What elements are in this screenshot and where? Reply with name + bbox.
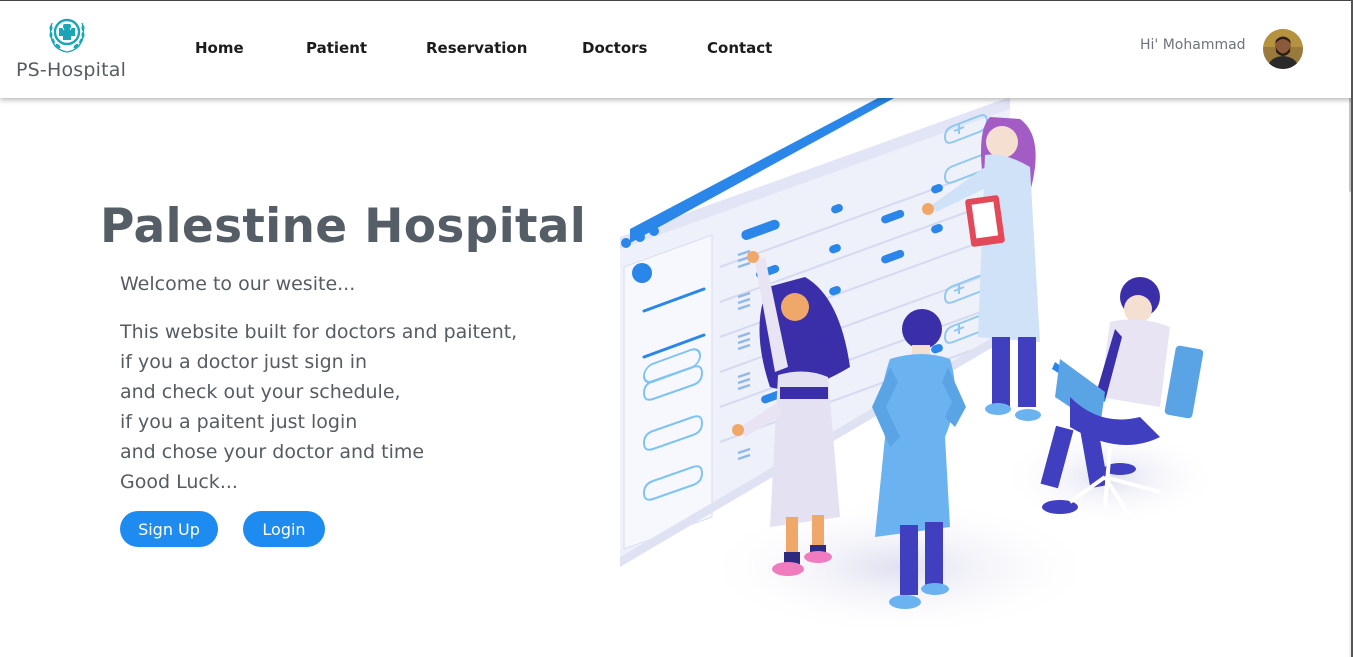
sign-up-button[interactable]: Sign Up — [120, 511, 218, 547]
user-menu: Hi' Mohammad — [1130, 28, 1310, 72]
nav-contact[interactable]: Contact — [707, 39, 772, 57]
hero-title: Palestine Hospital — [100, 199, 587, 254]
main-nav: Home Patient Reservation Doctors Contact — [0, 39, 800, 63]
description-line: and check out your schedule, — [120, 381, 401, 403]
description-line: if you a doctor just sign in — [120, 351, 368, 373]
avatar[interactable] — [1263, 29, 1303, 69]
page: PS-Hospital Home Patient Reservation Doc… — [0, 0, 1353, 657]
user-greeting: Hi' Mohammad — [1140, 37, 1246, 53]
description-line: Good Luck... — [120, 471, 238, 493]
top-navbar: PS-Hospital Home Patient Reservation Doc… — [0, 0, 1353, 98]
hero-description: This website built for doctors and paite… — [120, 317, 517, 497]
nav-patient[interactable]: Patient — [306, 39, 367, 57]
login-button[interactable]: Login — [243, 511, 325, 547]
hospital-schedule-illustration — [620, 97, 1220, 637]
nav-doctors[interactable]: Doctors — [582, 39, 647, 57]
avatar-photo-icon — [1263, 29, 1303, 69]
nav-reservation[interactable]: Reservation — [426, 39, 527, 57]
description-line: This website built for doctors and paite… — [120, 321, 518, 343]
description-line: if you a paitent just login — [120, 411, 358, 433]
nav-home[interactable]: Home — [195, 39, 244, 57]
description-line: and chose your doctor and time — [120, 441, 425, 463]
welcome-text: Welcome to our wesite... — [120, 273, 356, 295]
